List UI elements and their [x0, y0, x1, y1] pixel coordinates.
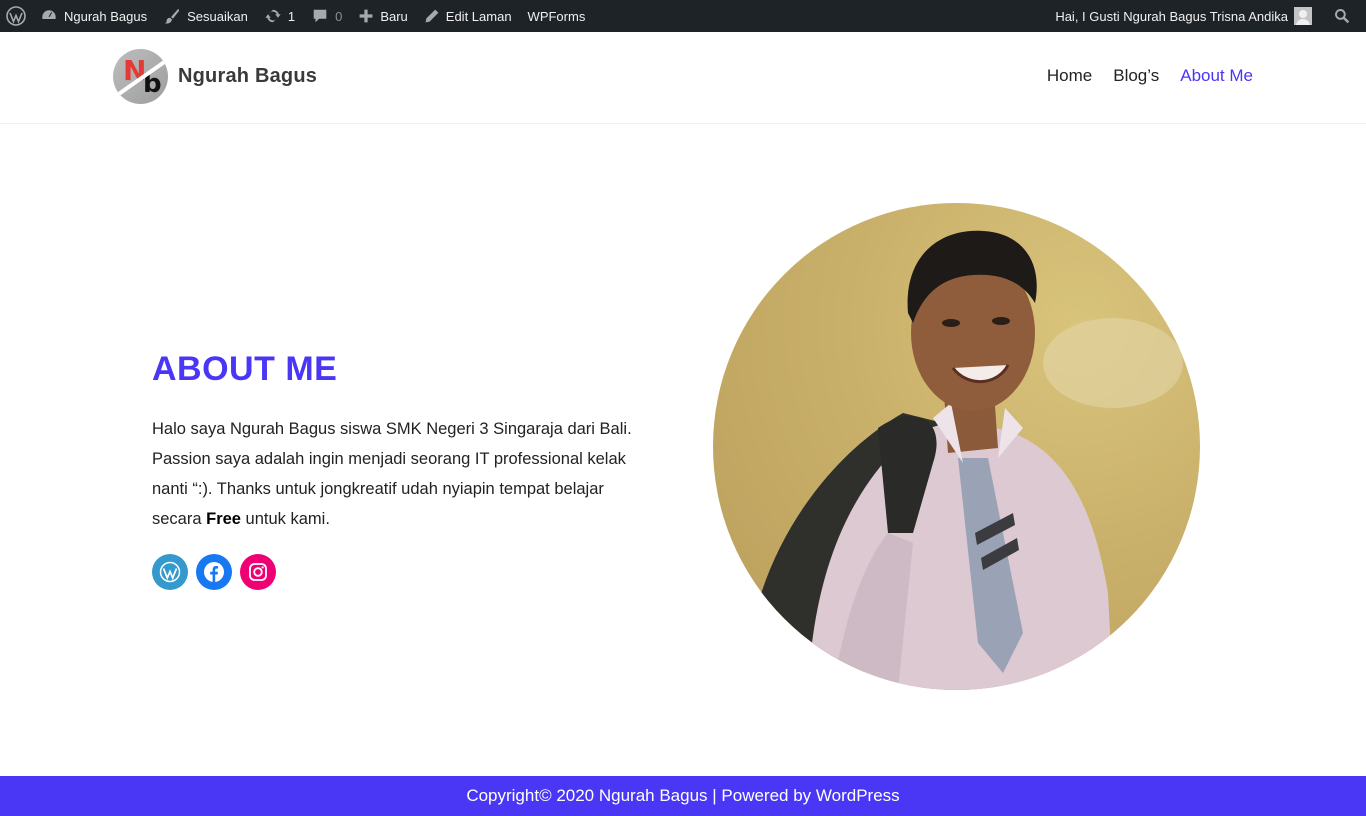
profile-photo	[713, 203, 1200, 690]
updates-icon	[265, 9, 281, 23]
plus-icon	[359, 9, 373, 23]
site-header: N b Ngurah Bagus Home Blog’s About Me	[0, 32, 1366, 124]
profile-photo-illustration	[753, 230, 1183, 690]
site-footer: Copyright© 2020 Ngurah Bagus | Powered b…	[0, 776, 1366, 816]
wpforms-menu[interactable]: WPForms	[520, 0, 594, 32]
instagram-icon	[249, 563, 267, 581]
about-text-end: untuk kami.	[240, 510, 330, 528]
customize-link[interactable]: Sesuaikan	[155, 0, 256, 32]
pencil-icon	[425, 9, 439, 23]
social-links	[152, 554, 276, 590]
paintbrush-icon	[164, 8, 180, 24]
edit-page-label: Edit Laman	[445, 8, 512, 24]
footer-copyright: Copyright© 2020 Ngurah Bagus | Powered b…	[466, 786, 900, 805]
avatar	[1294, 7, 1312, 25]
comments-count: 0	[335, 8, 343, 24]
wordpress-logo-menu[interactable]	[0, 0, 32, 32]
admin-search[interactable]	[1320, 0, 1366, 32]
wordpress-social-link[interactable]	[152, 554, 188, 590]
site-title: Ngurah Bagus	[178, 65, 318, 87]
nav-item-about-me[interactable]: About Me	[1180, 66, 1253, 86]
greeting-label: Hai, I Gusti Ngurah Bagus Trisna Andika	[1055, 8, 1288, 24]
about-text-bold: Free	[206, 510, 241, 528]
wordpress-icon	[159, 561, 181, 583]
updates-link[interactable]: 1	[256, 0, 303, 32]
facebook-social-link[interactable]	[196, 554, 232, 590]
wordpress-icon	[6, 6, 26, 26]
edit-page-link[interactable]: Edit Laman	[416, 0, 520, 32]
updates-count: 1	[287, 8, 296, 24]
my-account-menu[interactable]: Hai, I Gusti Ngurah Bagus Trisna Andika	[1047, 0, 1320, 32]
site-logo: N b	[113, 49, 168, 104]
dashboard-icon	[41, 9, 57, 21]
instagram-social-link[interactable]	[240, 554, 276, 590]
search-icon	[1335, 9, 1350, 24]
about-paragraph: Halo saya Ngurah Bagus siswa SMK Negeri …	[152, 414, 632, 534]
new-label: Baru	[380, 8, 408, 24]
customize-label: Sesuaikan	[187, 8, 248, 24]
site-logo-link[interactable]: N b Ngurah Bagus	[113, 49, 317, 104]
nav-item-home[interactable]: Home	[1047, 66, 1092, 86]
wpforms-label: WPForms	[527, 8, 586, 24]
site-name-menu[interactable]: Ngurah Bagus	[32, 0, 155, 32]
facebook-icon	[204, 562, 224, 582]
comment-icon	[313, 9, 327, 23]
admin-bar: Ngurah Bagus Sesuaikan 1 0 Baru Edit Lam…	[0, 0, 1366, 32]
comments-link[interactable]: 0	[303, 0, 350, 32]
new-content-menu[interactable]: Baru	[350, 0, 415, 32]
nav-item-blogs[interactable]: Blog’s	[1113, 66, 1159, 86]
page-title: ABOUT ME	[152, 350, 338, 388]
site-name-label: Ngurah Bagus	[64, 8, 148, 24]
primary-nav: Home Blog’s About Me	[1047, 66, 1253, 86]
